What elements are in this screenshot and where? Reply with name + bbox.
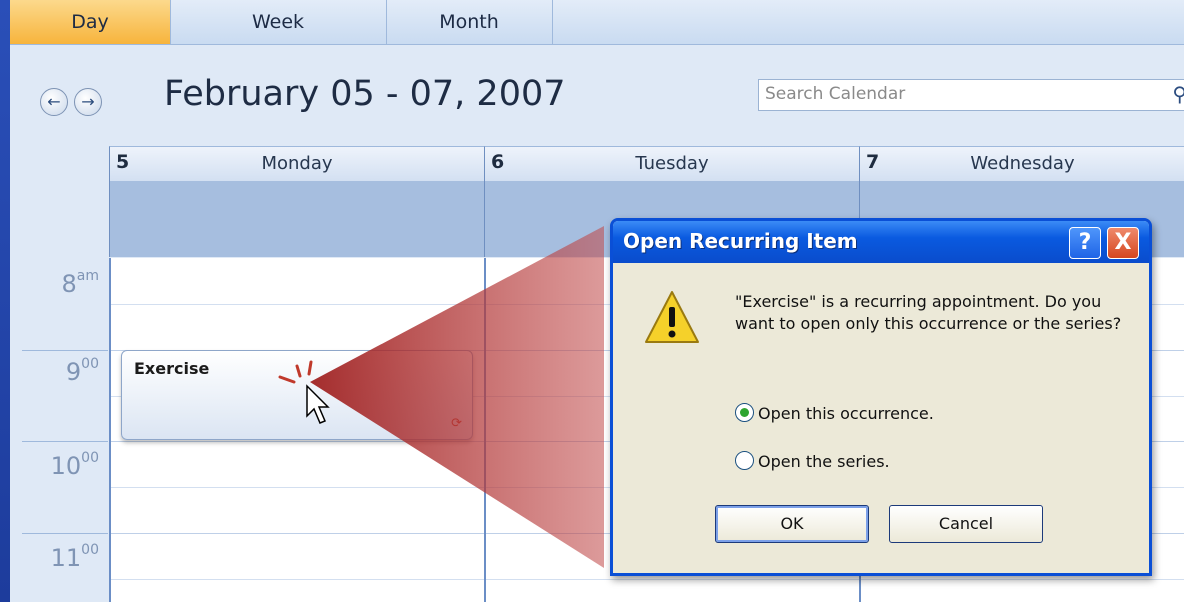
dialog-message: "Exercise" is a recurring appointment. D… (735, 292, 1122, 333)
mouse-pointer-icon (306, 384, 330, 424)
radio-unselected-icon (735, 451, 754, 470)
dialog-title-bar[interactable]: Open Recurring Item ? X (613, 221, 1149, 263)
help-button[interactable]: ? (1069, 227, 1101, 259)
close-button[interactable]: X (1107, 227, 1139, 259)
radio-open-series[interactable]: Open the series. (735, 451, 890, 471)
radio-open-occurrence[interactable]: Open this occurrence. (735, 403, 934, 423)
radio-label: Open this occurrence. (758, 404, 934, 423)
ok-button[interactable]: OK (715, 505, 869, 543)
dialog-title: Open Recurring Item (623, 229, 858, 253)
radio-label: Open the series. (758, 452, 890, 471)
open-recurring-item-dialog: Open Recurring Item ? X "Exercise" is a … (610, 218, 1152, 576)
warning-icon (645, 291, 699, 343)
click-sparks-icon (278, 360, 313, 384)
radio-selected-icon (735, 403, 754, 422)
cancel-button[interactable]: Cancel (889, 505, 1043, 543)
calendar-window: Day Week Month ← → February 05 - 07, 200… (10, 0, 1184, 602)
